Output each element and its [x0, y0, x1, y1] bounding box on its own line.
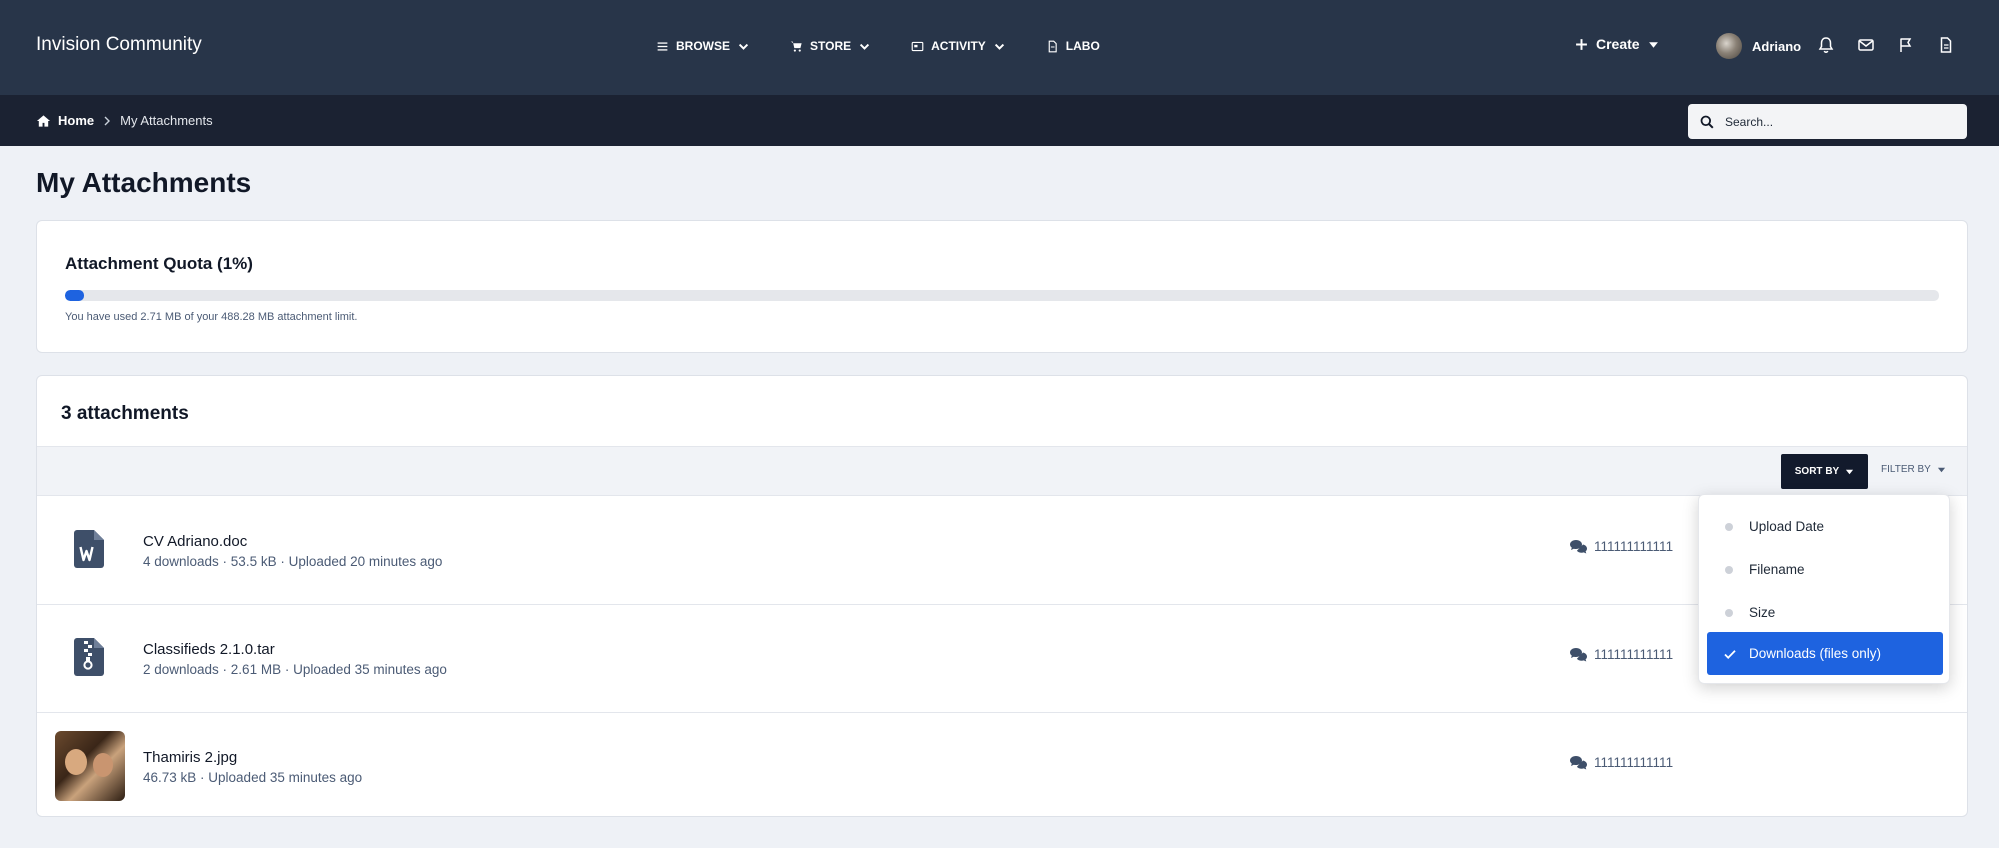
sort-option-label: Upload Date — [1749, 519, 1825, 534]
sort-option-size[interactable]: Size — [1707, 591, 1943, 634]
sort-by-label: SORT BY — [1794, 466, 1840, 477]
filter-by-button[interactable]: FILTER BY — [1881, 464, 1946, 475]
site-brand[interactable]: Invision Community — [36, 34, 202, 56]
attachment-row[interactable]: Classifieds 2.1.0.tar 2 downloads · 2.61… — [37, 605, 1967, 713]
plus-icon — [1576, 38, 1587, 50]
attachment-usage-count: 111111111111 — [1594, 647, 1674, 662]
attachment-usage[interactable]: 111111111111 — [1569, 647, 1673, 662]
site-header: Invision Community BROWSE STORE ACTIVITY… — [0, 0, 1999, 95]
create-label: Create — [1596, 36, 1640, 52]
nav-labo[interactable]: LABO — [1046, 36, 1100, 56]
activity-icon — [911, 41, 924, 51]
quota-progress-fill — [65, 290, 84, 301]
avatar — [1716, 33, 1742, 59]
radio-dot-icon — [1725, 565, 1733, 574]
attachment-name[interactable]: Thamiris 2.jpg — [143, 749, 237, 766]
sort-option-upload-date[interactable]: Upload Date — [1707, 505, 1943, 548]
search-input[interactable] — [1725, 114, 1945, 129]
sort-option-filename[interactable]: Filename — [1707, 548, 1943, 591]
check-icon — [1724, 649, 1736, 659]
chevron-down-icon — [860, 43, 870, 50]
quota-title: Attachment Quota (1%) — [65, 254, 253, 273]
attachments-card: 3 attachments SORT BY FILTER BY CV Adria… — [36, 375, 1968, 817]
attachment-meta: 2 downloads · 2.61 MB · Uploaded 35 minu… — [143, 662, 447, 677]
search-icon — [1700, 115, 1714, 129]
attachment-usage[interactable]: 111111111111 — [1569, 755, 1673, 770]
thumbnail-detail — [65, 749, 87, 775]
chevron-right-icon — [104, 116, 111, 125]
envelope-icon[interactable] — [1857, 36, 1875, 54]
chevron-down-icon — [994, 43, 1004, 50]
attachment-meta: 4 downloads · 53.5 kB · Uploaded 20 minu… — [143, 554, 443, 569]
sort-menu: Upload Date Filename Size Downloads (fil… — [1698, 494, 1950, 684]
attachment-usage[interactable]: 111111111111 — [1569, 539, 1673, 554]
nav-store[interactable]: STORE — [790, 36, 871, 56]
nav-labo-label: LABO — [1065, 39, 1100, 53]
breadcrumb-home[interactable]: Home — [36, 113, 94, 128]
caret-down-icon — [1846, 469, 1854, 475]
main-nav: BROWSE STORE ACTIVITY LABO — [656, 36, 1140, 56]
sort-option-label: Size — [1749, 605, 1776, 620]
create-button[interactable]: Create — [1575, 36, 1659, 52]
breadcrumb-current: My Attachments — [120, 113, 213, 128]
attachment-meta: 46.73 kB · Uploaded 35 minutes ago — [143, 770, 363, 785]
comments-icon — [1570, 756, 1587, 770]
image-thumbnail[interactable] — [55, 731, 125, 801]
nav-store-label: STORE — [810, 39, 852, 53]
quota-card: Attachment Quota (1%) You have used 2.71… — [36, 220, 1968, 353]
word-file-icon — [74, 530, 104, 568]
user-menu[interactable]: Adriano — [1716, 33, 1801, 59]
menu-icon — [657, 41, 668, 51]
chevron-down-icon — [738, 43, 749, 50]
quota-progress-bar — [65, 290, 1939, 301]
nav-browse[interactable]: BROWSE — [656, 36, 750, 56]
attachment-usage-count: 111111111111 — [1594, 539, 1674, 554]
filter-by-label: FILTER BY — [1881, 464, 1931, 475]
user-name: Adriano — [1752, 38, 1802, 54]
bell-icon[interactable] — [1817, 36, 1835, 54]
comments-icon — [1570, 540, 1587, 554]
attachment-name[interactable]: Classifieds 2.1.0.tar — [143, 641, 275, 658]
archive-file-icon — [74, 638, 104, 676]
caret-down-icon — [1937, 467, 1945, 473]
cart-icon — [790, 41, 802, 52]
document-icon — [1048, 40, 1057, 52]
flag-icon[interactable] — [1897, 36, 1915, 54]
page-title: My Attachments — [36, 167, 252, 198]
sort-option-downloads[interactable]: Downloads (files only) — [1707, 632, 1943, 675]
nav-activity-label: ACTIVITY — [931, 39, 986, 53]
attachment-usage-count: 111111111111 — [1594, 755, 1674, 770]
nav-activity[interactable]: ACTIVITY — [911, 36, 1006, 56]
attachments-heading: 3 attachments — [61, 403, 189, 424]
attachment-row[interactable]: Thamiris 2.jpg 46.73 kB · Uploaded 35 mi… — [37, 713, 1967, 816]
quota-text: You have used 2.71 MB of your 488.28 MB … — [65, 311, 358, 323]
radio-dot-icon — [1725, 522, 1733, 531]
breadcrumb-home-label: Home — [58, 113, 95, 128]
sort-option-label: Filename — [1749, 562, 1805, 577]
document-icon[interactable] — [1937, 36, 1955, 54]
breadcrumb: Home My Attachments — [36, 113, 213, 128]
radio-dot-icon — [1725, 608, 1733, 617]
home-icon — [36, 114, 51, 127]
sort-by-button[interactable]: SORT BY — [1781, 454, 1868, 489]
comments-icon — [1570, 648, 1587, 662]
header-icons — [1817, 36, 1955, 54]
thumbnail-detail — [93, 753, 113, 777]
nav-browse-label: BROWSE — [676, 39, 730, 53]
search-box[interactable] — [1688, 104, 1967, 139]
attachment-name[interactable]: CV Adriano.doc — [143, 533, 247, 550]
caret-down-icon — [1648, 41, 1658, 48]
attachment-row[interactable]: CV Adriano.doc 4 downloads · 53.5 kB · U… — [37, 497, 1967, 605]
attachments-toolbar: SORT BY FILTER BY — [37, 446, 1967, 496]
sort-option-label: Downloads (files only) — [1749, 646, 1882, 661]
